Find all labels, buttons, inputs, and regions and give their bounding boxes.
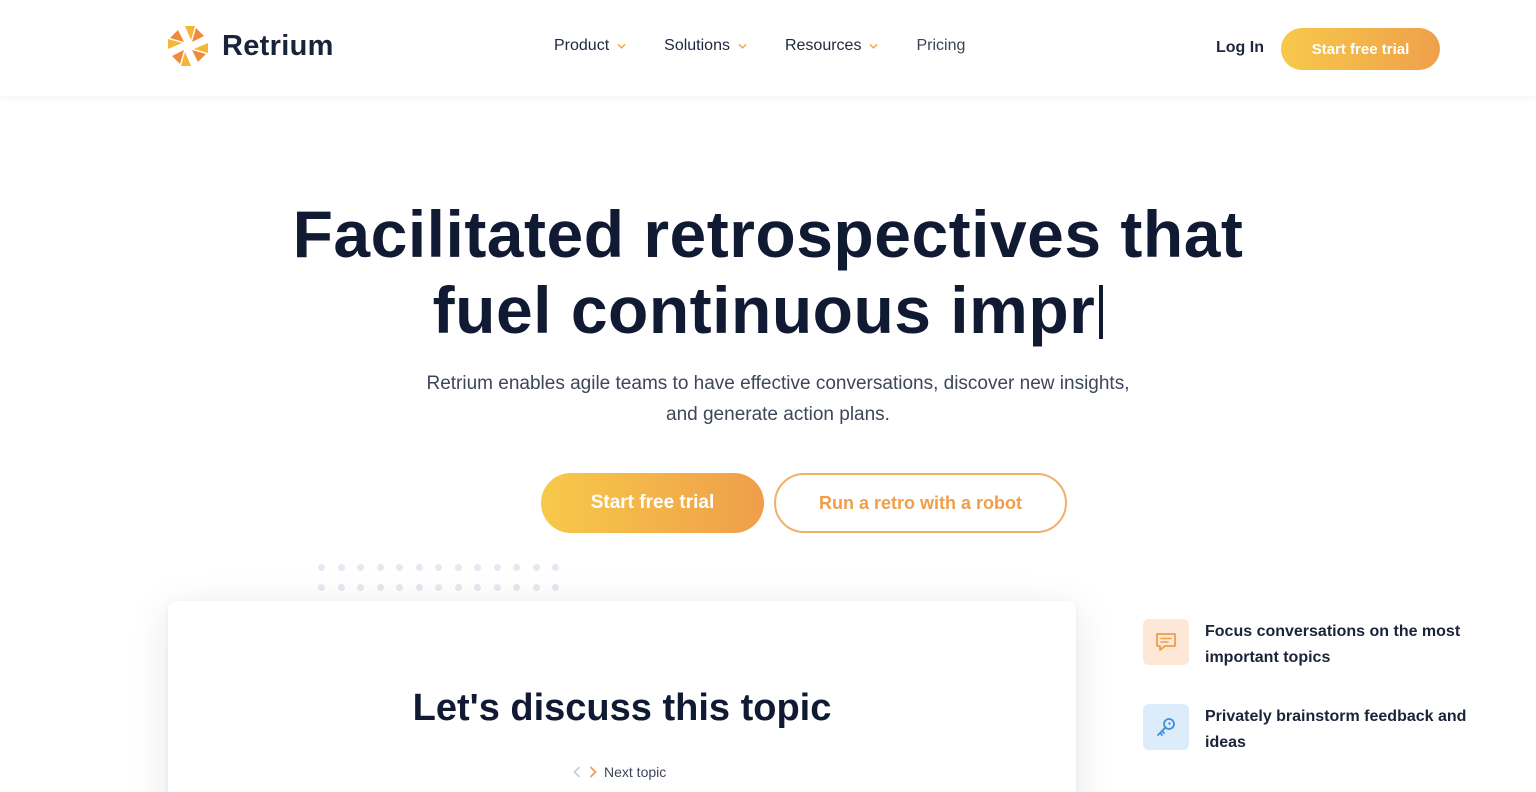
chevron-right-icon [590,766,597,778]
chevron-down-icon [617,43,626,49]
hero-title-line1: Facilitated retrospectives that [292,197,1244,271]
nav-item-label: Resources [784,37,862,54]
site-header: Retrium Product Solutions Resources Pric… [0,0,1536,96]
decorative-dots [318,564,568,594]
card-title: Let's discuss this topic [412,687,832,729]
hero-title-line2: fuel continuous impr [432,273,1096,347]
decorative-dot [337,584,345,591]
feature-icon-box [1143,704,1189,750]
decorative-dot [318,584,325,591]
decorative-dot [513,564,520,571]
decorative-dot [532,564,540,571]
start-trial-button[interactable]: Start free trial [541,473,764,533]
decorative-dot [357,584,364,591]
decorative-dot [318,564,325,571]
nav-item-pricing[interactable]: Pricing [916,37,965,55]
nav-item-product[interactable]: Product [554,37,626,55]
nav-item-solutions[interactable]: Solutions [664,37,747,55]
feature-text: Focus conversations on the most importan… [1205,623,1461,666]
next-topic-label: Next topic [604,764,667,780]
brand-name: Retrium [222,29,334,62]
nav-item-label: Product [554,37,610,54]
preview-card: Let's discuss this topic Next topic [168,601,1076,792]
decorative-dot [552,584,559,591]
chevron-down-icon [738,43,747,49]
main-nav: Product Solutions Resources Pricing [554,37,965,55]
decorative-dot [357,564,364,571]
decorative-dot [435,584,442,591]
chat-icon [1156,633,1176,651]
decorative-dot [376,584,384,591]
decorative-dot [474,564,481,571]
hero-subtitle: Retrium enables agile teams to have effe… [426,373,1130,425]
decorative-dot [552,564,559,571]
decorative-dot [474,584,481,591]
next-topic-control[interactable]: Next topic [572,764,666,780]
decorative-dot [532,584,540,591]
chevron-down-icon [870,43,878,49]
feature-focus: Focus conversations on the most importan… [1143,619,1473,671]
feature-icon-box [1143,619,1189,665]
retrium-logo-icon [168,26,208,66]
typing-caret [1099,285,1104,339]
decorative-dot [435,564,442,571]
decorative-dot [454,584,462,591]
decorative-dot [396,584,403,591]
key-icon [1157,718,1175,736]
decorative-dot [415,584,423,591]
header-start-trial-button[interactable]: Start free trial [1281,28,1440,70]
decorative-dot [513,584,520,591]
login-link[interactable]: Log In [1216,39,1264,57]
logo[interactable]: Retrium [166,24,334,68]
decorative-dot [376,564,384,571]
nav-item-label: Pricing [916,37,966,54]
hero-title: Facilitated retrospectives that fuel con… [0,196,1536,348]
robot-retro-button[interactable]: Run a retro with a robot [774,473,1067,533]
decorative-dot [493,564,501,571]
chevron-left-icon [573,766,580,778]
decorative-dot [396,564,403,571]
decorative-dot [337,564,345,571]
nav-item-resources[interactable]: Resources [785,37,878,55]
decorative-dot [415,564,423,571]
feature-brainstorm: Privately brainstorm feedback and ideas [1143,704,1473,756]
nav-item-label: Solutions [664,37,730,54]
page: Retrium Product Solutions Resources Pric… [0,0,1536,792]
decorative-dot [493,584,501,591]
decorative-dot [454,564,462,571]
feature-text: Privately brainstorm feedback and ideas [1205,708,1467,751]
